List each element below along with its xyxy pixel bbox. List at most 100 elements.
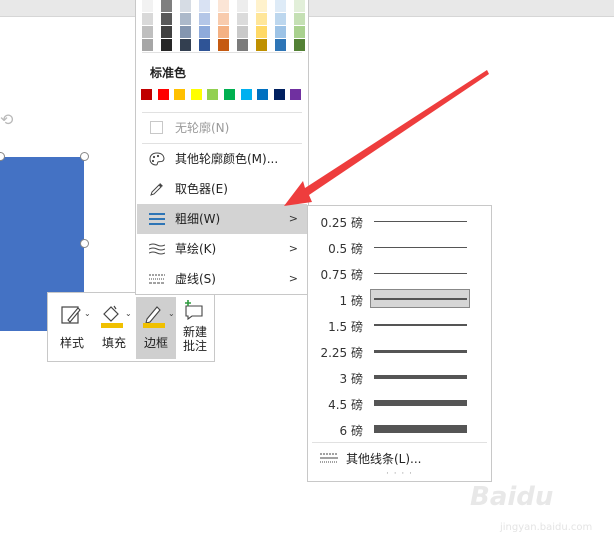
color-swatch[interactable] <box>256 39 267 51</box>
watermark-url: jingyan.baidu.com <box>500 522 593 533</box>
color-swatch[interactable] <box>142 26 153 38</box>
fill-button[interactable]: ⌄ 填充 <box>94 297 134 359</box>
color-swatch[interactable] <box>142 39 153 51</box>
color-swatch[interactable] <box>275 26 286 38</box>
dash-line-icon <box>149 274 165 284</box>
color-swatch[interactable] <box>161 26 172 38</box>
border-button[interactable]: ⌄ 边框 <box>136 297 176 359</box>
color-swatch[interactable] <box>218 39 229 51</box>
standard-color-swatch[interactable] <box>224 89 235 100</box>
color-swatch[interactable] <box>199 0 210 12</box>
style-label: 样式 <box>59 336 84 350</box>
weight-sample-line <box>374 350 467 353</box>
rotate-handle-icon[interactable]: ⟲ <box>0 112 13 128</box>
standard-color-swatch[interactable] <box>174 89 186 100</box>
color-swatch[interactable] <box>294 0 305 12</box>
new-comment-button[interactable]: 新建 批注 <box>178 297 212 359</box>
color-swatch[interactable] <box>237 0 248 12</box>
color-swatch[interactable] <box>218 0 229 12</box>
color-swatch[interactable] <box>294 26 305 38</box>
weight-label: 1 磅 <box>339 294 363 308</box>
weight-option[interactable]: 0.75 磅 <box>308 261 491 287</box>
paint-bucket-icon <box>103 305 119 322</box>
no-outline-item[interactable]: 无轮廓(N) <box>137 113 307 143</box>
color-swatch[interactable] <box>218 26 229 38</box>
dash-item[interactable]: 虚线(S) > <box>137 264 307 294</box>
weight-option[interactable]: 0.25 磅 <box>308 209 491 235</box>
chevron-right-icon: > <box>288 272 298 285</box>
color-swatch[interactable] <box>294 39 305 51</box>
weight-option[interactable]: 1 磅 <box>308 287 491 313</box>
standard-color-swatch[interactable] <box>290 89 302 100</box>
color-swatch[interactable] <box>237 13 248 25</box>
sketch-item[interactable]: 草绘(K) > <box>137 234 307 264</box>
standard-color-swatch[interactable] <box>207 89 219 100</box>
weight-sample-line <box>374 221 467 222</box>
fill-color-bar <box>101 323 123 328</box>
weight-label: 0.5 磅 <box>328 242 363 256</box>
resize-handle-right[interactable] <box>80 239 89 248</box>
chevron-down-icon[interactable]: ⌄ <box>168 309 175 318</box>
eyedropper-item[interactable]: 取色器(E) <box>137 174 307 204</box>
color-swatch[interactable] <box>180 26 191 38</box>
color-swatch[interactable] <box>237 26 248 38</box>
theme-color-column <box>180 0 191 52</box>
chevron-right-icon: > <box>288 212 298 225</box>
color-swatch[interactable] <box>256 0 267 12</box>
resize-grip-icon[interactable]: · · · · <box>308 469 491 479</box>
theme-color-column <box>256 0 267 52</box>
weight-sample-line <box>374 273 467 274</box>
standard-colors-label: 标准色 <box>150 66 187 80</box>
color-swatch[interactable] <box>199 13 210 25</box>
color-swatch[interactable] <box>218 13 229 25</box>
weight-submenu: 其他线条(L)... · · · · 0.25 磅 0.5 磅 0.75 磅1 磅1… <box>307 205 492 482</box>
resize-handle-top-right[interactable] <box>80 152 89 161</box>
color-swatch[interactable] <box>294 13 305 25</box>
color-swatch[interactable] <box>199 39 210 51</box>
more-lines-icon <box>320 453 338 463</box>
theme-color-column <box>161 0 172 52</box>
color-swatch[interactable] <box>180 13 191 25</box>
weight-sample-line <box>374 324 467 326</box>
color-swatch[interactable] <box>199 26 210 38</box>
color-swatch[interactable] <box>180 0 191 12</box>
standard-color-swatch[interactable] <box>141 89 152 100</box>
color-swatch[interactable] <box>256 26 267 38</box>
color-swatch[interactable] <box>161 13 172 25</box>
weight-item[interactable]: 粗细(W) > <box>137 204 307 234</box>
color-swatch[interactable] <box>180 39 191 51</box>
chevron-down-icon[interactable]: ⌄ <box>84 309 91 318</box>
color-swatch[interactable] <box>256 13 267 25</box>
weight-option[interactable]: 1.5 磅 <box>308 313 491 339</box>
standard-color-swatch[interactable] <box>273 89 285 100</box>
weight-option[interactable]: 6 磅 <box>308 417 491 443</box>
standard-color-swatch[interactable] <box>190 89 202 100</box>
color-swatch[interactable] <box>275 0 286 12</box>
chevron-down-icon[interactable]: ⌄ <box>125 309 132 318</box>
weight-option[interactable]: 3 磅 <box>308 365 491 391</box>
divider <box>142 52 302 53</box>
line-weight-icon <box>149 213 165 225</box>
color-swatch[interactable] <box>161 39 172 51</box>
color-swatch[interactable] <box>275 39 286 51</box>
style-button[interactable]: ⌄ 样式 <box>52 297 92 359</box>
watermark-logo: Bai​du <box>470 482 554 512</box>
weight-option[interactable]: 2.25 磅 <box>308 339 491 365</box>
standard-color-swatch[interactable] <box>240 89 252 100</box>
theme-color-column <box>275 0 286 52</box>
more-outline-colors-item[interactable]: 其他轮廓颜色(M)... <box>137 144 307 174</box>
theme-color-column <box>294 0 305 52</box>
color-swatch[interactable] <box>142 13 153 25</box>
theme-color-column <box>142 0 153 52</box>
weight-option[interactable]: 4.5 磅 <box>308 391 491 417</box>
standard-color-swatch[interactable] <box>257 89 269 100</box>
color-swatch[interactable] <box>275 13 286 25</box>
color-swatch[interactable] <box>237 39 248 51</box>
fill-label: 填充 <box>101 336 126 350</box>
pen-outline-icon <box>145 306 161 324</box>
sketch-line-icon <box>149 243 165 255</box>
color-swatch[interactable] <box>161 0 172 12</box>
standard-color-swatch[interactable] <box>157 89 169 100</box>
weight-option[interactable]: 0.5 磅 <box>308 235 491 261</box>
color-swatch[interactable] <box>142 0 153 12</box>
